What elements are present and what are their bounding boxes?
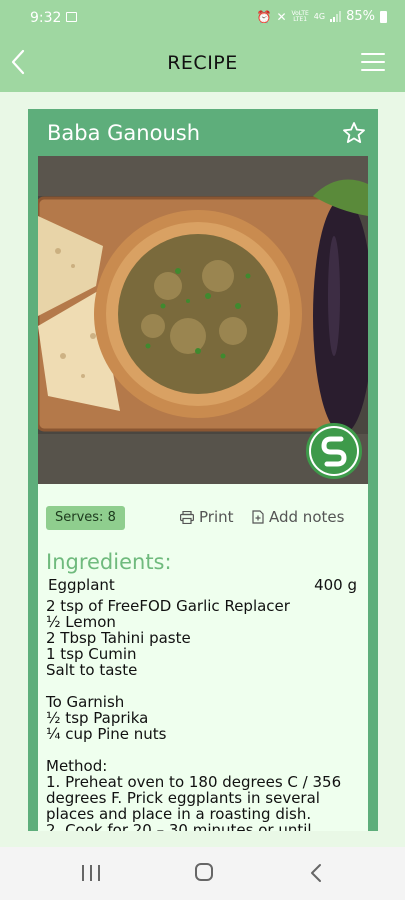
status-time: 9:32 bbox=[30, 10, 62, 26]
signal-icon bbox=[330, 11, 342, 22]
list-item: 1. Preheat oven to 180 degrees C / 356 bbox=[46, 773, 342, 791]
serves-badge: Serves: 8 bbox=[46, 506, 125, 530]
home-button[interactable] bbox=[195, 863, 213, 881]
list-item: 1 tsp Cumin bbox=[46, 645, 137, 663]
ingredient-qty: 400 g bbox=[314, 576, 357, 594]
menu-button[interactable] bbox=[361, 53, 385, 71]
battery-icon bbox=[380, 10, 387, 23]
list-item: ¼ cup Pine nuts bbox=[46, 725, 167, 743]
alarm-icon: ⏰ bbox=[256, 9, 272, 24]
list-item: Method: bbox=[46, 757, 108, 775]
brand-logo-icon bbox=[306, 423, 362, 479]
recipe-title: Baba Ganoush bbox=[47, 121, 201, 145]
battery-percent: 85% bbox=[346, 9, 375, 24]
hamburger-menu-icon bbox=[361, 53, 385, 55]
add-notes-label: Add notes bbox=[269, 508, 345, 526]
list-item bbox=[46, 742, 364, 758]
recent-apps-button[interactable] bbox=[82, 865, 100, 881]
favorite-button[interactable] bbox=[342, 121, 366, 145]
list-item bbox=[46, 678, 364, 694]
mute-icon: ✕ bbox=[276, 9, 287, 24]
printer-icon bbox=[180, 510, 194, 524]
ingredient-name: Eggplant bbox=[48, 576, 115, 594]
list-item: 2. Cook for 20 – 30 minutes or until bbox=[46, 821, 312, 831]
image-icon bbox=[66, 12, 77, 22]
print-button[interactable]: Print bbox=[180, 508, 234, 526]
add-notes-button[interactable]: Add notes bbox=[252, 508, 344, 526]
network-gen-label: 4G bbox=[313, 12, 326, 21]
recipe-details: Serves: 8 Print Add notes Ingredients: E… bbox=[38, 484, 368, 831]
network-type: VoLTE LTE1 bbox=[292, 10, 309, 23]
page-title: RECIPE bbox=[167, 52, 238, 74]
list-item: places and place in a roasting dish. bbox=[46, 805, 312, 823]
list-item: 2 Tbsp Tahini paste bbox=[46, 629, 191, 647]
system-back-button[interactable] bbox=[309, 862, 323, 884]
recipe-card: Baba Ganoush Serves: 8 Print Add notes I… bbox=[28, 109, 378, 831]
star-outline-icon bbox=[343, 122, 365, 144]
list-item: ½ tsp Paprika bbox=[46, 709, 149, 727]
network-bottom-label: LTE1 bbox=[293, 15, 308, 23]
list-item: ½ Lemon bbox=[46, 613, 116, 631]
recipe-text: 2 tsp of FreeFOD Garlic Replacer ½ Lemon… bbox=[46, 598, 364, 831]
add-note-icon bbox=[252, 510, 264, 524]
recent-apps-icon bbox=[82, 865, 84, 881]
print-label: Print bbox=[199, 508, 234, 526]
ingredient-row: Eggplant 400 g bbox=[48, 576, 357, 594]
list-item: To Garnish bbox=[46, 693, 125, 711]
ingredients-heading: Ingredients: bbox=[46, 550, 172, 574]
list-item: 2 tsp of FreeFOD Garlic Replacer bbox=[46, 597, 290, 615]
app-bar: RECIPE bbox=[0, 34, 405, 92]
status-bar: 9:32 ⏰ ✕ VoLTE LTE1 4G 85% bbox=[0, 0, 405, 34]
back-icon bbox=[311, 864, 321, 882]
recipe-photo bbox=[38, 156, 368, 484]
list-item: Salt to taste bbox=[46, 661, 138, 679]
system-nav-bar bbox=[0, 847, 405, 900]
status-icons: ⏰ ✕ VoLTE LTE1 4G 85% bbox=[256, 9, 387, 24]
list-item: degrees F. Prick eggplants in several bbox=[46, 789, 320, 807]
